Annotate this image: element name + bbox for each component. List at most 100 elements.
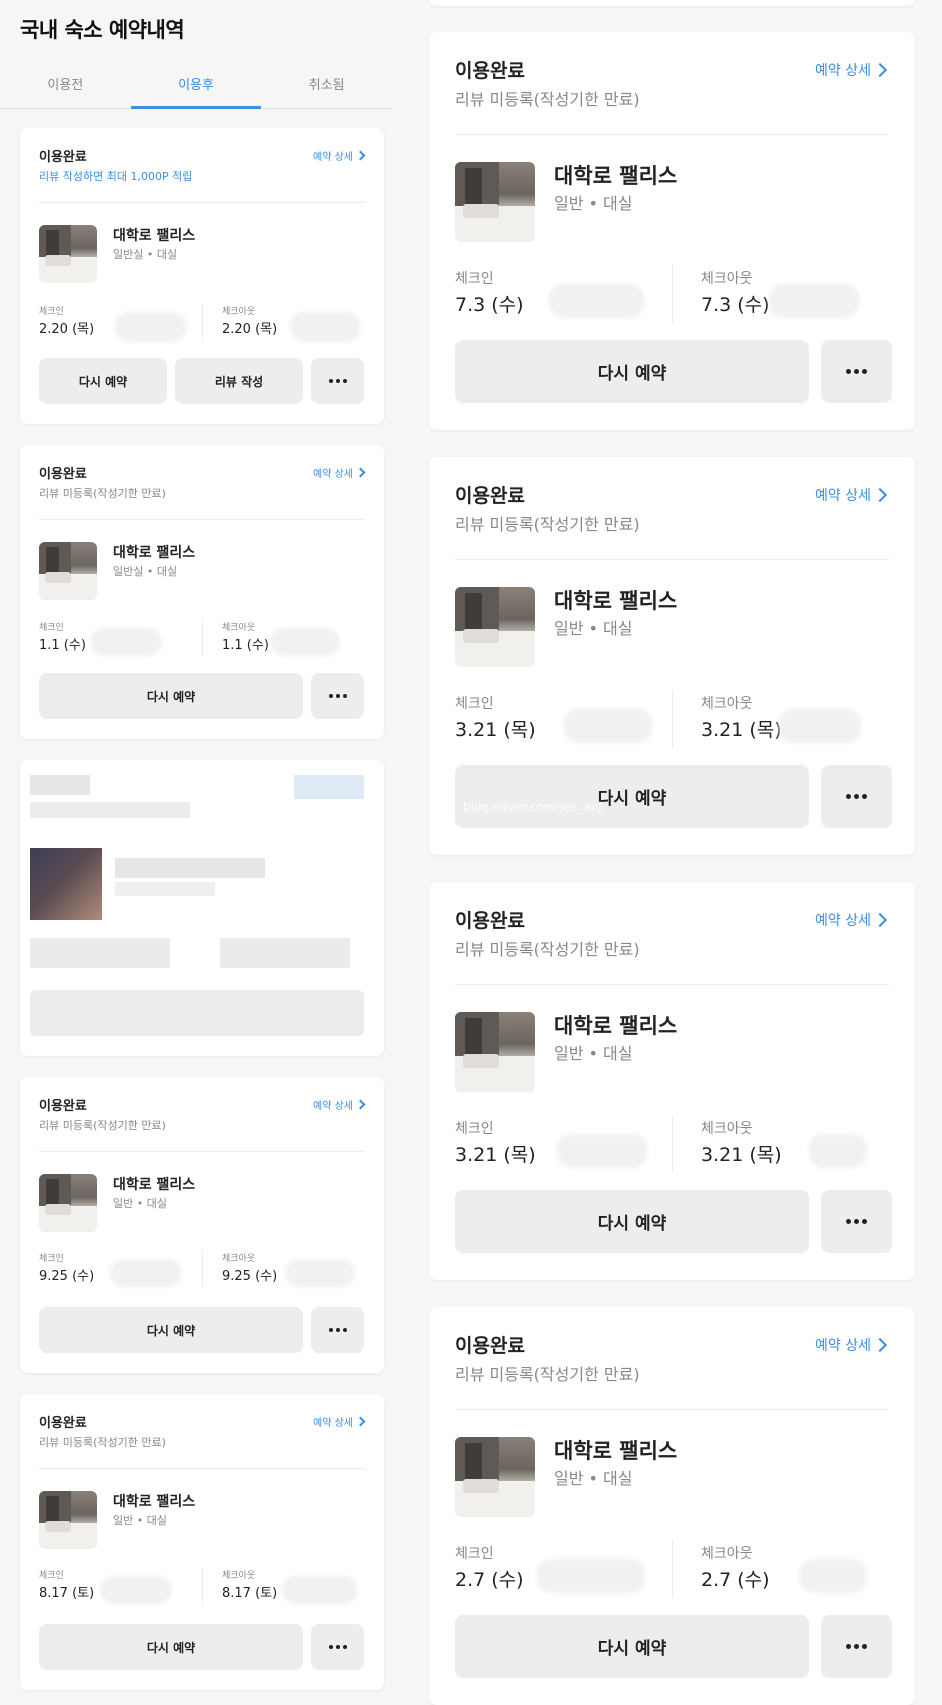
checkin-label: 체크인	[39, 307, 64, 317]
checkin-label: 체크인	[455, 271, 494, 287]
more-options-button[interactable]	[821, 1190, 892, 1253]
review-status-text: 리뷰 미등록(작성기한 만료)	[455, 940, 640, 959]
more-options-button[interactable]	[311, 1307, 364, 1353]
checkin-date: 8.17 (토)	[39, 1586, 95, 1601]
rebook-button[interactable]: 다시 예약	[39, 1624, 303, 1670]
checkout-label: 체크아웃	[222, 1254, 256, 1264]
status-label: 이용완료	[39, 467, 87, 482]
checkout-label: 체크아웃	[701, 1546, 753, 1562]
more-options-button[interactable]	[311, 673, 364, 719]
redacted-time	[110, 1259, 182, 1287]
more-options-button[interactable]	[311, 358, 364, 404]
redacted-block	[30, 775, 90, 795]
tab-before-use[interactable]: 이용전	[0, 62, 131, 108]
reservation-card: 이용완료 예약 상세 리뷰 미등록(작성기한 만료) 대학로 팰리스 일반 • …	[429, 457, 915, 855]
status-label: 이용완료	[455, 60, 525, 82]
divider	[39, 519, 365, 520]
hotel-thumbnail	[455, 1437, 535, 1517]
reservation-detail-link[interactable]: 예약 상세	[313, 148, 366, 163]
checkout-label: 체크아웃	[701, 696, 753, 712]
hotel-name: 대학로 팰리스	[554, 164, 678, 188]
previous-card-edge	[429, 0, 915, 6]
redacted-block	[115, 858, 265, 878]
room-type: 일반 • 대실	[554, 1469, 633, 1488]
more-options-button[interactable]	[311, 1624, 364, 1670]
hotel-thumbnail	[39, 1174, 97, 1232]
hotel-thumbnail	[39, 1491, 97, 1549]
checkin-date: 2.7 (수)	[455, 1569, 524, 1591]
rebook-button[interactable]: 다시 예약	[455, 1190, 809, 1253]
hotel-name: 대학로 팰리스	[554, 589, 678, 613]
status-label: 이용완료	[455, 485, 525, 507]
more-icon	[846, 794, 867, 799]
tab-after-use[interactable]: 이용후	[130, 62, 262, 109]
redacted-time	[769, 284, 859, 318]
divider	[39, 1151, 365, 1152]
reservation-detail-link[interactable]: 예약 상세	[313, 465, 366, 480]
hotel-name: 대학로 팰리스	[554, 1439, 678, 1463]
detail-link-label: 예약 상세	[815, 488, 871, 504]
more-icon	[328, 379, 347, 383]
room-type: 일반 • 대실	[554, 194, 633, 213]
checkin-date: 3.21 (목)	[455, 719, 536, 741]
hotel-thumbnail	[455, 1012, 535, 1092]
redacted-time	[799, 1559, 867, 1593]
hotel-name: 대학로 팰리스	[113, 545, 196, 561]
redacted-time	[557, 1134, 647, 1168]
room-type: 일반 • 대실	[113, 1197, 167, 1210]
redacted-time	[100, 1576, 172, 1604]
status-label: 이용완료	[39, 1416, 87, 1431]
reservation-detail-link[interactable]: 예약 상세	[815, 1335, 888, 1355]
checkin-date: 7.3 (수)	[455, 294, 524, 316]
rebook-button[interactable]: 다시 예약	[455, 1615, 809, 1678]
hotel-name: 대학로 팰리스	[113, 228, 196, 244]
divider	[455, 559, 889, 560]
rebook-button[interactable]: 다시 예약	[39, 358, 167, 404]
divider	[202, 620, 203, 656]
divider	[202, 1251, 203, 1287]
checkout-label: 체크아웃	[701, 1121, 753, 1137]
checkout-date: 7.3 (수)	[701, 294, 770, 316]
detail-link-label: 예약 상세	[815, 913, 871, 929]
redacted-reservation-card	[20, 760, 384, 1056]
divider	[672, 690, 673, 748]
rebook-button[interactable]: 다시 예약	[39, 673, 303, 719]
more-options-button[interactable]	[821, 765, 892, 828]
more-options-button[interactable]	[821, 1615, 892, 1678]
redacted-time	[779, 709, 861, 743]
divider	[455, 984, 889, 985]
hotel-name: 대학로 팰리스	[554, 1014, 678, 1038]
chevron-right-icon	[872, 487, 888, 503]
status-label: 이용완료	[455, 1335, 525, 1357]
reservation-detail-link[interactable]: 예약 상세	[313, 1097, 366, 1112]
chevron-right-icon	[355, 467, 366, 478]
redacted-time	[549, 284, 644, 318]
redacted-thumbnail	[30, 848, 102, 920]
rebook-button[interactable]: 다시 예약	[39, 1307, 303, 1353]
divider	[202, 304, 203, 340]
divider	[202, 1568, 203, 1604]
reservation-detail-link[interactable]: 예약 상세	[815, 910, 888, 930]
reservation-detail-link[interactable]: 예약 상세	[815, 485, 888, 505]
divider	[672, 1540, 673, 1598]
redacted-time	[564, 709, 652, 743]
redacted-time	[90, 628, 162, 656]
divider	[39, 1468, 365, 1469]
rebook-button[interactable]: 다시 예약	[455, 340, 809, 403]
more-options-button[interactable]	[821, 340, 892, 403]
checkin-date: 2.20 (목)	[39, 322, 95, 337]
tab-cancelled[interactable]: 취소됨	[261, 62, 392, 108]
redacted-time	[809, 1134, 867, 1168]
write-review-button[interactable]: 리뷰 작성	[175, 358, 303, 404]
checkout-label: 체크아웃	[222, 1571, 256, 1581]
review-status-text: 리뷰 미등록(작성기한 만료)	[455, 515, 640, 534]
detail-link-label: 예약 상세	[313, 1418, 353, 1429]
reservation-detail-link[interactable]: 예약 상세	[313, 1414, 366, 1429]
detail-link-label: 예약 상세	[313, 152, 353, 163]
review-promo-text: 리뷰 작성하면 최대 1,000P 적립	[39, 170, 193, 183]
redacted-block	[30, 802, 190, 818]
rebook-button[interactable]: 다시 예약	[455, 765, 809, 828]
divider	[455, 1409, 889, 1410]
reservation-detail-link[interactable]: 예약 상세	[815, 60, 888, 80]
redacted-time	[537, 1559, 645, 1593]
